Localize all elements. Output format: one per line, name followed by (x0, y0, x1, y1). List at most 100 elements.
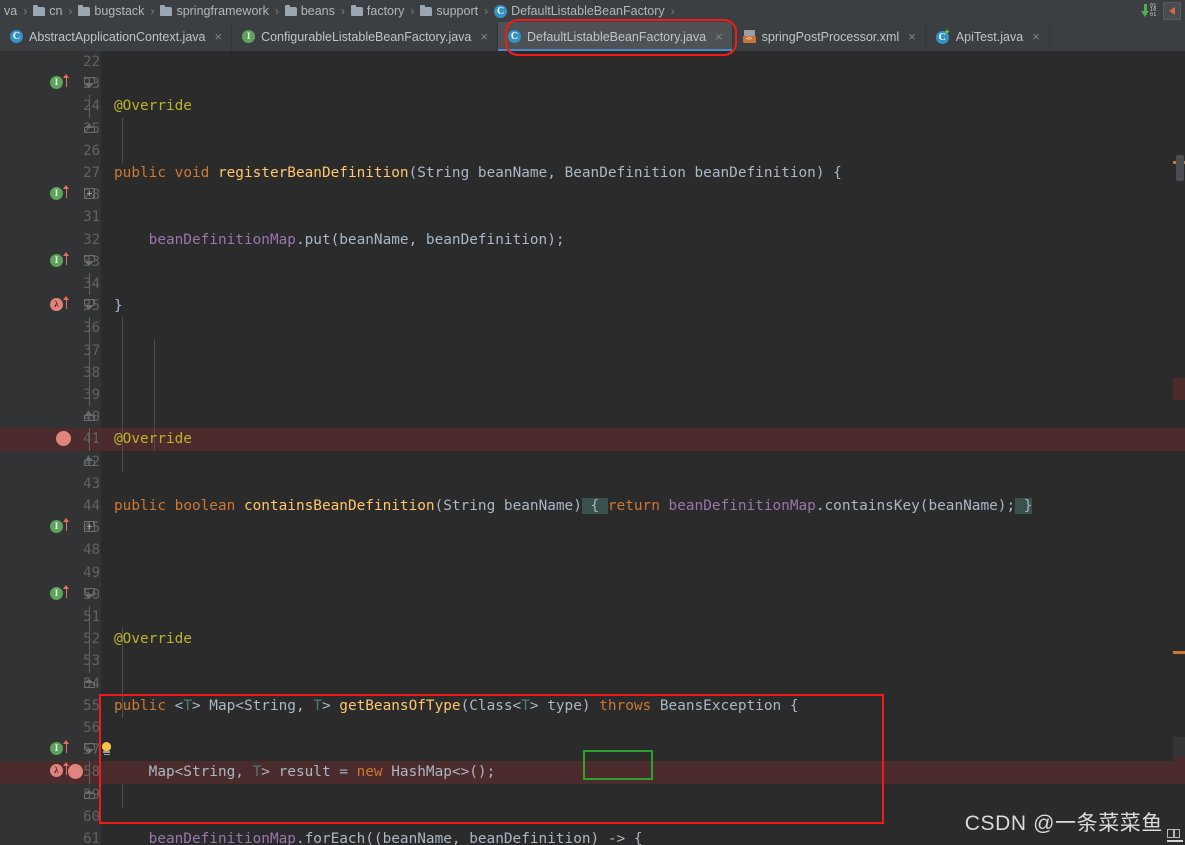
line-number: 48 (83, 542, 100, 559)
line-number: 56 (83, 720, 100, 736)
fold-control[interactable] (84, 606, 97, 629)
fold-control[interactable] (84, 406, 97, 428)
gutter-row: 58 λ (0, 761, 100, 784)
line-number: 32 (83, 231, 100, 248)
tab-abstractapplicationcontext[interactable]: C AbstractApplicationContext.java × (0, 22, 233, 51)
scrollbar-thumb[interactable] (1176, 155, 1184, 181)
breadcrumb-item-springframework[interactable]: springframework › (158, 4, 282, 18)
fold-control[interactable] (84, 184, 97, 206)
line-number: 31 (83, 209, 100, 226)
fold-control[interactable] (84, 428, 97, 451)
override-marker-icon[interactable]: I (50, 74, 69, 93)
folder-icon (284, 5, 297, 16)
breadcrumb-item-factory[interactable]: factory › (349, 4, 419, 18)
close-icon[interactable]: × (480, 29, 488, 44)
breadcrumb-item-bugstack[interactable]: bugstack › (76, 4, 158, 18)
folder-icon (350, 5, 363, 16)
breadcrumb-label: DefaultListableBeanFactory (511, 4, 665, 18)
gutter-row: 37 (0, 339, 100, 362)
code-line-22: @Override (114, 98, 192, 115)
breadcrumb-item-beans[interactable]: beans › (283, 4, 349, 18)
tab-label: ApiTest.java (955, 29, 1024, 44)
breadcrumb-item-va[interactable]: va › (2, 4, 31, 18)
fold-control[interactable] (84, 361, 97, 384)
download-icon[interactable]: 01 10 01 (1140, 3, 1158, 19)
line-number: 22 (83, 54, 100, 70)
fold-control[interactable] (84, 95, 97, 118)
layout-icon[interactable] (1167, 829, 1183, 843)
folder-icon (78, 5, 91, 16)
gutter-row: 39 (0, 384, 100, 407)
code-content[interactable]: @Override public void registerBeanDefini… (104, 51, 1185, 845)
breadcrumb-item-support[interactable]: support › (418, 4, 492, 18)
gutter-row: 22 (0, 51, 100, 73)
code-line-25: } (114, 298, 123, 315)
lambda-marker-icon[interactable]: λ (50, 762, 69, 781)
fold-control[interactable] (84, 384, 97, 407)
line-number: 49 (83, 564, 100, 581)
breadcrumb-label: cn (49, 4, 63, 18)
fold-control[interactable] (84, 517, 97, 539)
gutter-row: 24 (0, 95, 100, 118)
override-marker-icon[interactable]: I (50, 251, 69, 271)
gutter-row: 43 (0, 473, 100, 495)
fold-control[interactable] (84, 251, 97, 273)
tab-configurablelistablebeanfactory[interactable]: I ConfigurableListableBeanFactory.java × (232, 22, 498, 51)
close-icon[interactable]: × (908, 29, 916, 44)
close-icon[interactable]: × (1032, 29, 1040, 44)
gutter-row: 55 (0, 695, 100, 717)
close-icon[interactable]: × (214, 29, 222, 44)
override-marker-icon[interactable]: I (50, 584, 69, 604)
xml-file-icon: <> (742, 30, 756, 43)
override-marker-icon[interactable]: I (50, 185, 69, 204)
error-stripe-marker[interactable] (1173, 651, 1185, 654)
fold-control[interactable] (84, 761, 97, 784)
code-editor[interactable]: 22 23 I 24 25 26 27 28 I 31 32 33 I 34 35 λ 36 37 38 39 40 41… (0, 51, 1185, 845)
run-icon[interactable] (1163, 2, 1181, 20)
fold-control[interactable] (84, 673, 97, 695)
class-icon: C (507, 30, 521, 43)
fold-control[interactable] (84, 339, 97, 362)
fold-control[interactable] (84, 584, 97, 606)
folder-icon (33, 5, 46, 16)
fold-control[interactable] (84, 73, 97, 95)
error-stripe-line41[interactable] (1173, 378, 1185, 400)
folder-icon (420, 5, 433, 16)
gutter-row: 56 (0, 717, 100, 739)
breadcrumb-item-cn[interactable]: cn › (31, 4, 76, 18)
lambda-marker-icon[interactable]: λ (50, 296, 69, 315)
folder-icon (160, 5, 173, 16)
tab-springpostprocessor-xml[interactable]: <> springPostProcessor.xml × (733, 22, 926, 51)
gutter-row: 40 (0, 406, 100, 428)
override-marker-icon[interactable]: I (50, 740, 69, 759)
fold-control[interactable] (84, 317, 97, 340)
fold-control[interactable] (84, 739, 97, 761)
gutter-row: 35 λ (0, 295, 100, 317)
breadcrumb-label: support (436, 4, 479, 18)
gutter-row: 23 I (0, 73, 100, 95)
breadcrumb-label: va (4, 4, 18, 18)
breadcrumb-separator: › (340, 4, 345, 18)
gutter-row: 49 (0, 562, 100, 584)
editor-tab-bar: C AbstractApplicationContext.java × I Co… (0, 22, 1185, 51)
fold-control[interactable] (84, 650, 97, 673)
tab-apitest[interactable]: C ✦ ApiTest.java × (926, 22, 1050, 51)
fold-control[interactable] (84, 451, 97, 473)
close-icon[interactable]: × (715, 29, 723, 44)
gutter-row: 59 (0, 784, 100, 806)
gutter-row: 38 (0, 361, 100, 384)
code-line-32: @Override (114, 631, 192, 648)
gutter-row: 61 (0, 828, 100, 845)
gutter-row: 45 I (0, 517, 100, 539)
fold-control[interactable] (84, 628, 97, 651)
breadcrumb-item-class[interactable]: C DefaultListableBeanFactory › (492, 4, 679, 18)
tab-label: DefaultListableBeanFactory.java (526, 29, 707, 44)
fold-control[interactable] (84, 295, 97, 317)
breadcrumb-separator: › (274, 4, 279, 18)
error-stripe-line58[interactable] (1173, 757, 1185, 781)
fold-control[interactable] (84, 784, 97, 806)
fold-control[interactable] (84, 118, 97, 140)
tab-defaultlistablebeanfactory[interactable]: C DefaultListableBeanFactory.java × (497, 22, 733, 51)
override-marker-icon[interactable]: I (50, 518, 69, 537)
fold-control[interactable] (84, 273, 97, 296)
